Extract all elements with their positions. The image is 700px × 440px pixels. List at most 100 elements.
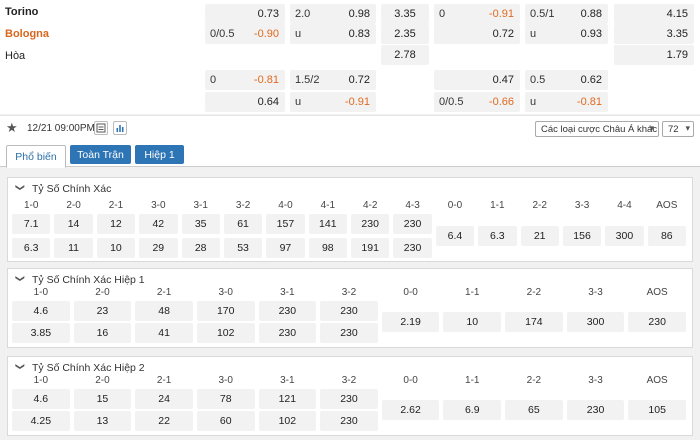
odds-cell[interactable]: 0/0.5 -0.66 [434,92,520,112]
score-odds-cell[interactable]: 24 [135,389,193,409]
score-odds-cell[interactable]: 4.25 [12,411,70,431]
odds-cell[interactable]: 1.79 [614,45,694,65]
score-odds-cell[interactable]: 121 [258,389,317,409]
score-odds-cell[interactable]: 10 [443,312,502,332]
score-odds-cell[interactable]: 35 [181,214,220,234]
score-odds-cell[interactable]: 300 [566,312,625,332]
draw-label: Hòa [5,50,26,62]
stats-list-icon[interactable] [94,121,108,135]
score-label: 3-0 [218,375,233,386]
score-odds-cell[interactable]: 2.62 [381,400,440,420]
odds-cell[interactable]: 3.35 [381,4,429,24]
score-odds-cell[interactable]: 53 [223,238,263,258]
score-odds-cell[interactable]: 22 [135,411,193,431]
odds-cell[interactable]: 0.5 0.62 [525,70,608,90]
odds-cell[interactable]: u -0.91 [290,92,376,112]
score-odds-cell[interactable]: 29 [139,238,178,258]
count-select[interactable]: 72 ▾ [662,121,694,137]
score-odds-cell[interactable]: 12 [96,214,136,234]
score-odds-cell[interactable]: 230 [628,312,686,332]
odds-cell[interactable]: 0.73 [205,4,285,24]
score-odds-cell[interactable]: 230 [258,323,317,343]
score-odds-cell[interactable]: 48 [135,301,193,321]
odds-cell[interactable]: u 0.93 [525,24,608,44]
score-odds-cell[interactable]: 102 [196,323,255,343]
score-odds-cell[interactable]: 102 [258,411,317,431]
score-odds-cell[interactable]: 41 [135,323,193,343]
score-odds-cell[interactable]: 4.6 [12,301,70,321]
tab-popular[interactable]: Phổ biến [6,145,66,168]
score-odds-cell[interactable]: 191 [351,238,390,258]
odds-cell[interactable]: 2.0 0.98 [290,4,376,24]
section-header[interactable]: ❯ Tỷ Số Chính Xác [8,178,692,198]
odds-cell[interactable]: 1.5/2 0.72 [290,70,376,90]
score-odds-cell[interactable]: 21 [520,226,559,246]
score-odds-cell[interactable]: 156 [562,226,602,246]
score-odds-cell[interactable]: 13 [73,411,132,431]
score-odds-cell[interactable]: 2.19 [381,312,440,332]
odds-cell[interactable]: u -0.81 [525,92,608,112]
odds-cell[interactable]: 0.5/1 0.88 [525,4,608,24]
odds-cell[interactable]: 0 -0.81 [205,70,285,90]
score-odds-cell[interactable]: 230 [320,301,378,321]
score-odds-cell[interactable]: 6.4 [435,226,475,246]
odds-cell[interactable]: 3.35 [614,24,694,44]
star-icon[interactable]: ★ [6,120,18,136]
score-odds-cell[interactable]: 105 [628,400,686,420]
score-odds-cell[interactable]: 230 [393,238,432,258]
handicap-line: 0/0.5 [439,96,464,108]
score-label: 2-2 [526,287,542,298]
odds-cell[interactable]: 0/0.5 -0.90 [205,24,285,44]
odds-cell[interactable]: 0.47 [434,70,520,90]
score-odds-cell[interactable]: 7.1 [12,214,51,234]
section-header[interactable]: ❯ Tỷ Số Chính Xác Hiệp 1 [8,269,692,289]
score-odds-cell[interactable]: 230 [351,214,390,234]
odds-cell[interactable]: 2.78 [381,45,429,65]
score-odds-cell[interactable]: 15 [73,389,132,409]
odds-cell[interactable]: u 0.83 [290,24,376,44]
score-odds-cell[interactable]: 98 [308,238,347,258]
bar-chart-icon[interactable] [113,121,127,135]
odds-cell[interactable]: 2.35 [381,24,429,44]
score-odds-cell[interactable]: 97 [266,238,305,258]
score-odds-cell[interactable]: 61 [223,214,263,234]
odds-cell[interactable]: 0.72 [434,24,520,44]
score-odds-cell[interactable]: 16 [73,323,132,343]
score-odds-cell[interactable]: 6.3 [478,226,517,246]
score-odds-cell[interactable]: 11 [54,238,93,258]
score-odds-cell[interactable]: 174 [505,312,563,332]
score-odds-cell[interactable]: 230 [393,214,432,234]
section-header[interactable]: ❯ Tỷ Số Chính Xác Hiệp 2 [8,357,692,377]
tab-full-match[interactable]: Toàn Trận [70,145,131,164]
odds-cell[interactable]: 0 -0.91 [434,4,520,24]
odds-cell[interactable]: 4.15 [614,4,694,24]
score-odds-cell[interactable]: 170 [196,301,255,321]
score-odds-cell[interactable]: 230 [258,301,317,321]
tab-first-half[interactable]: Hiệp 1 [135,145,184,164]
bet-type-select[interactable]: Các loại cược Châu Á khác ▾ [535,121,659,137]
score-odds-cell[interactable]: 86 [647,226,686,246]
score-odds-cell[interactable]: 6.9 [443,400,502,420]
score-odds-cell[interactable]: 141 [308,214,347,234]
score-odds-cell[interactable]: 78 [196,389,255,409]
score-odds-cell[interactable]: 65 [505,400,563,420]
score-odds-cell[interactable]: 230 [566,400,625,420]
score-odds-cell[interactable]: 42 [139,214,178,234]
score-odds-cell[interactable]: 230 [320,323,378,343]
score-odds-cell[interactable]: 300 [605,226,644,246]
score-odds-cell[interactable]: 157 [266,214,305,234]
score-odds-cell[interactable]: 6.3 [12,238,51,258]
score-label: 2-0 [66,200,81,211]
score-odds-cell[interactable]: 23 [73,301,132,321]
score-odds-cell[interactable]: 230 [320,411,378,431]
score-odds-cell[interactable]: 10 [96,238,136,258]
score-odds-cell[interactable]: 28 [181,238,220,258]
score-odds-cell[interactable]: 3.85 [12,323,70,343]
odds-value: 3.35 [666,28,688,40]
handicap-line: 0.5 [530,74,546,86]
score-odds-cell[interactable]: 60 [196,411,255,431]
score-odds-cell[interactable]: 230 [320,389,378,409]
odds-cell[interactable]: 0.64 [205,92,285,112]
score-odds-cell[interactable]: 4.6 [12,389,70,409]
score-odds-cell[interactable]: 14 [54,214,93,234]
